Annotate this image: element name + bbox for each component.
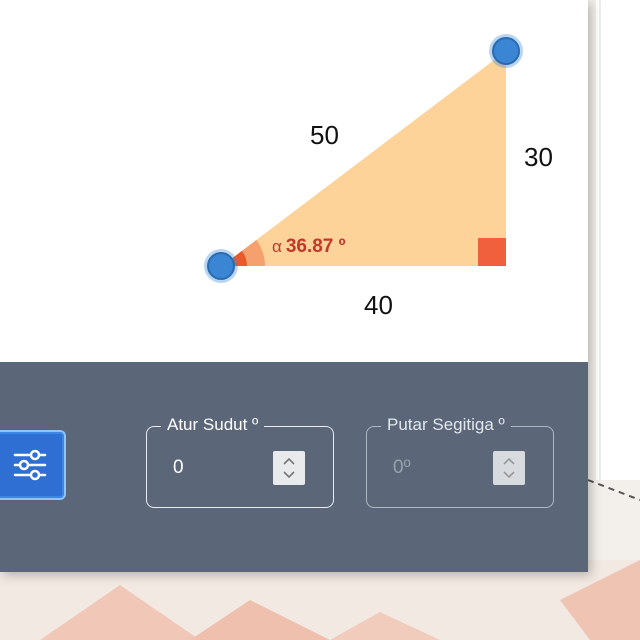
chevron-down-icon [503, 471, 515, 479]
chevron-down-icon[interactable] [283, 471, 295, 479]
adjacent-side-label: 40 [364, 290, 393, 320]
hypotenuse-label: 50 [310, 120, 339, 150]
alpha-symbol: α [272, 237, 282, 256]
set-angle-stepper[interactable] [273, 451, 305, 485]
control-bar: Atur Sudut º 0 Putar Segitiga º 0º [0, 362, 588, 572]
triangle-graphic [204, 34, 523, 283]
triangle-canvas[interactable]: 50 30 40 α 36.87 º [0, 0, 588, 362]
vertex-handle-top [489, 34, 523, 68]
opposite-side-label: 30 [524, 142, 553, 172]
rotate-triangle-label: Putar Segitiga º [381, 415, 511, 435]
rotate-triangle-input: 0º [393, 457, 411, 478]
angle-value: 36.87 º [285, 236, 346, 257]
right-angle-marker [478, 238, 506, 266]
settings-button[interactable] [0, 430, 66, 500]
rotate-triangle-field: Putar Segitiga º 0º [366, 415, 554, 508]
set-angle-field[interactable]: Atur Sudut º 0 [146, 415, 334, 508]
set-angle-input[interactable]: 0 [173, 457, 184, 479]
app-card: 50 30 40 α 36.87 º Atur Sudut º 0 Putar … [0, 0, 588, 572]
vertex-handle-left [204, 249, 238, 283]
angle-label: α 36.87 º [272, 236, 346, 258]
rotate-triangle-stepper [493, 451, 525, 485]
set-angle-label: Atur Sudut º [161, 415, 265, 435]
chevron-up-icon [503, 457, 515, 465]
sliders-icon [13, 449, 47, 481]
chevron-up-icon[interactable] [283, 457, 295, 465]
triangle-shape [222, 51, 506, 266]
